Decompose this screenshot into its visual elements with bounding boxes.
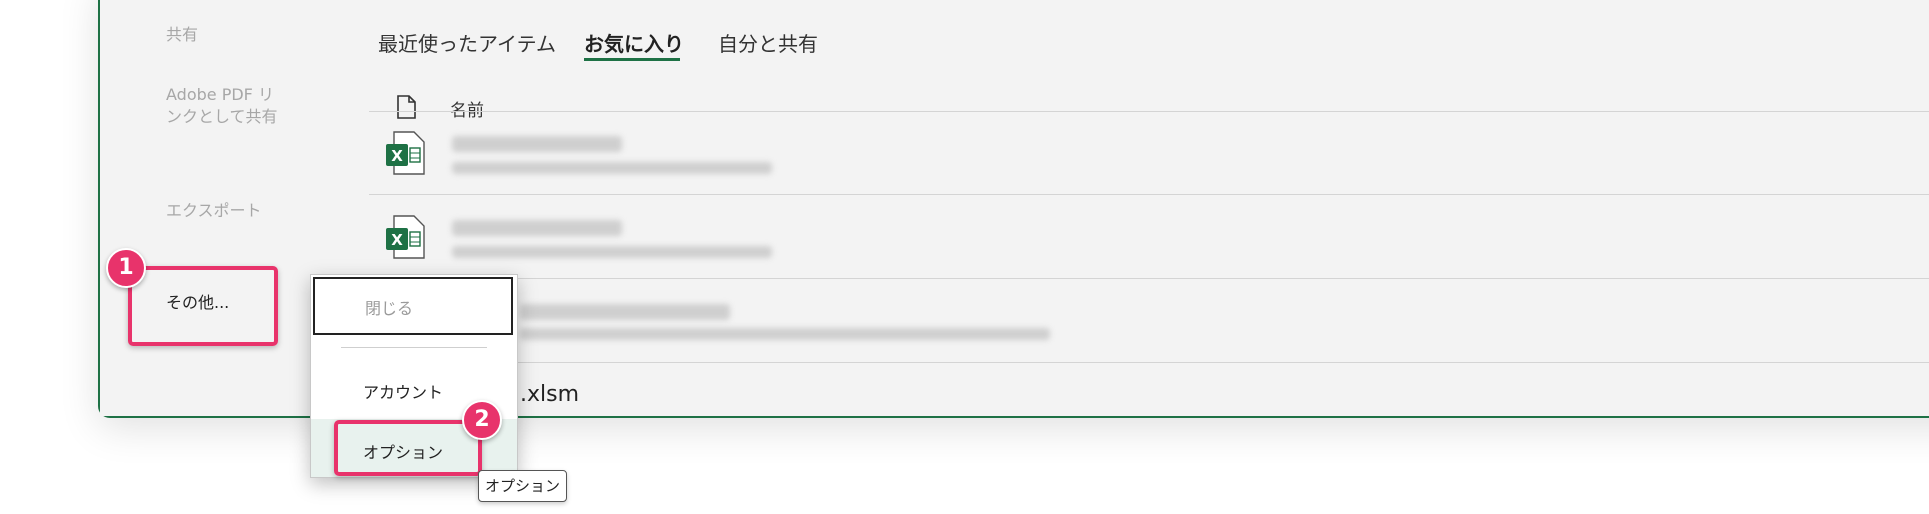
file-name-blurred bbox=[452, 220, 622, 236]
file-path-blurred bbox=[452, 246, 772, 258]
step2-highlight bbox=[334, 420, 482, 476]
tab-recent[interactable]: 最近使ったアイテム bbox=[378, 28, 556, 57]
file-name-blurred bbox=[520, 304, 730, 320]
step2-badge: 2 bbox=[462, 400, 502, 440]
step1-highlight bbox=[128, 266, 278, 346]
menu-divider bbox=[341, 347, 487, 348]
row-separator bbox=[369, 194, 1929, 195]
tab-favorites[interactable]: お気に入り bbox=[584, 28, 684, 57]
backstage-sidebar: 共有 Adobe PDF リンクとして共有 エクスポート その他... bbox=[100, 0, 308, 416]
row-separator bbox=[369, 111, 1929, 112]
column-header-name[interactable]: 名前 bbox=[450, 96, 484, 121]
excel-file-icon: X bbox=[386, 215, 425, 259]
sidebar-item-export[interactable]: エクスポート bbox=[166, 200, 262, 222]
row-separator bbox=[369, 362, 1929, 363]
file-icon bbox=[397, 95, 416, 119]
row-separator bbox=[369, 278, 1929, 279]
active-tab-indicator bbox=[584, 58, 680, 61]
options-tooltip: オプション bbox=[478, 470, 568, 502]
sidebar-item-share[interactable]: 共有 bbox=[166, 24, 198, 46]
file-path-blurred bbox=[452, 162, 772, 174]
excel-file-icon: X bbox=[386, 131, 425, 175]
svg-text:X: X bbox=[391, 147, 403, 165]
sidebar-item-adobe-pdf[interactable]: Adobe PDF リンクとして共有 bbox=[166, 84, 286, 128]
tab-shared[interactable]: 自分と共有 bbox=[718, 28, 818, 57]
menu-item-close[interactable]: 閉じる bbox=[313, 277, 513, 335]
menu-item-account[interactable]: アカウント bbox=[363, 379, 443, 403]
file-name-blurred bbox=[452, 136, 622, 152]
step1-badge: 1 bbox=[106, 248, 146, 288]
menu-item-close-label: 閉じる bbox=[365, 299, 414, 318]
file-path-blurred bbox=[520, 328, 1050, 340]
svg-text:X: X bbox=[391, 231, 403, 249]
file-name-xlsm[interactable]: .xlsm bbox=[520, 382, 579, 407]
